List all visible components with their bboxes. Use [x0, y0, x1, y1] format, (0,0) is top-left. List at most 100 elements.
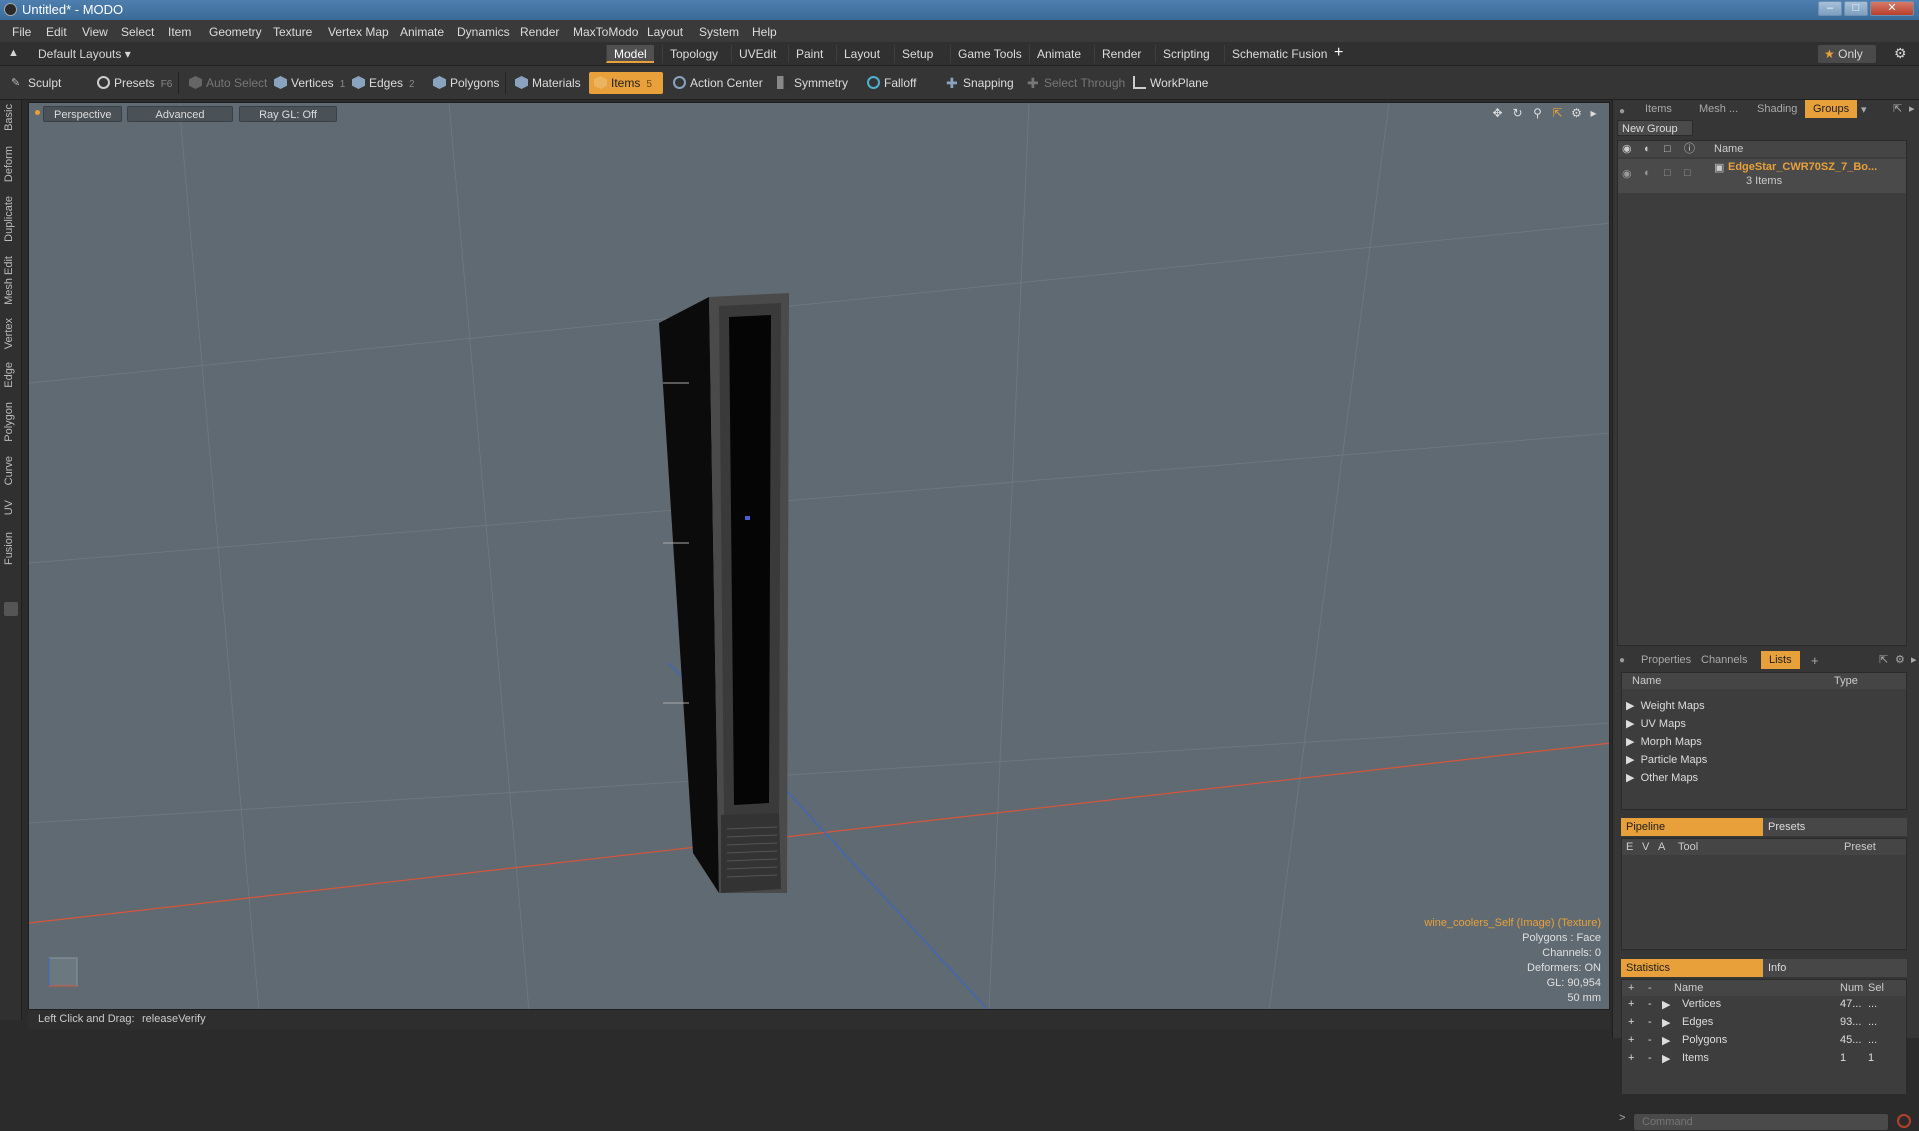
expand-arrow-icon[interactable]: ▶ — [1662, 1016, 1670, 1029]
sculpt-button[interactable]: ✎ Sculpt — [6, 72, 67, 94]
palette-toggle-icon[interactable] — [4, 602, 18, 616]
menu-help[interactable]: Help — [752, 25, 777, 39]
tab-deform[interactable]: Deform — [3, 146, 15, 182]
menu-item[interactable]: Item — [168, 25, 191, 39]
menu-file[interactable]: File — [12, 25, 31, 39]
group-select-icon[interactable]: □ — [1664, 167, 1671, 179]
tab-basic[interactable]: Basic — [3, 104, 15, 131]
tab-mesh-edit[interactable]: Mesh Edit — [3, 256, 15, 305]
gear-icon[interactable]: ⚙ — [1895, 653, 1905, 666]
raygl-button[interactable]: Ray GL: Off — [239, 106, 337, 122]
tab-shading[interactable]: Shading — [1749, 100, 1805, 118]
remove-icon[interactable]: - — [1648, 1034, 1652, 1046]
tab-curve[interactable]: Curve — [3, 456, 15, 485]
table-row[interactable]: + - ▶ Items 1 1 — [1622, 1052, 1906, 1070]
table-row[interactable]: + - ▶ Edges 93... ... — [1622, 1016, 1906, 1034]
symmetry-button[interactable]: Symmetry — [772, 72, 854, 94]
menu-animate[interactable]: Animate — [400, 25, 444, 39]
maximize-icon[interactable]: □ — [1844, 1, 1868, 16]
only-toggle[interactable]: ★ Only — [1818, 45, 1876, 63]
tab-scripting[interactable]: Scripting — [1155, 45, 1217, 63]
tab-setup[interactable]: Setup — [894, 45, 940, 63]
tab-uv[interactable]: UV — [3, 500, 15, 515]
add-icon[interactable]: + — [1628, 1016, 1634, 1028]
table-row[interactable]: + - ▶ Vertices 47... ... — [1622, 998, 1906, 1016]
tab-model[interactable]: Model — [606, 45, 654, 63]
expand-arrow-icon[interactable]: ▶ — [1662, 1034, 1670, 1047]
shading-button[interactable]: Advanced — [127, 106, 233, 122]
menu-view[interactable]: View — [82, 25, 108, 39]
tab-schematic-fusion[interactable]: Schematic Fusion — [1224, 45, 1334, 63]
new-group-button[interactable]: New Group — [1617, 120, 1693, 136]
add-icon[interactable]: + — [1628, 1034, 1634, 1046]
3d-viewport[interactable]: Perspective Advanced Ray GL: Off ✥ ↻ ⚲ ⇱… — [28, 102, 1610, 1010]
tab-fusion[interactable]: Fusion — [3, 532, 15, 565]
tab-uvedit[interactable]: UVEdit — [731, 45, 783, 63]
command-input[interactable] — [1633, 1113, 1889, 1131]
menu-geometry[interactable]: Geometry — [209, 25, 262, 39]
materials-button[interactable]: Materials — [510, 72, 587, 94]
tab-paint[interactable]: Paint — [788, 45, 830, 63]
tab-render[interactable]: Render — [1094, 45, 1148, 63]
tab-duplicate[interactable]: Duplicate — [3, 196, 15, 242]
add-icon[interactable]: + — [1628, 998, 1634, 1010]
panel-expand-icon[interactable]: ⇱ — [1893, 102, 1902, 115]
edges-button[interactable]: Edges 2 — [347, 72, 421, 94]
tab-game-tools[interactable]: Game Tools — [950, 45, 1029, 63]
list-item[interactable]: ▶ Morph Maps — [1626, 735, 1702, 748]
add-tab-icon[interactable]: + — [1811, 653, 1819, 668]
gear-icon[interactable]: ⚙ — [1894, 45, 1907, 62]
list-item[interactable]: ▶ Particle Maps — [1626, 753, 1707, 766]
items-button[interactable]: Items 5 — [589, 72, 663, 94]
tab-groups[interactable]: Groups — [1805, 100, 1858, 118]
snapping-button[interactable]: ✚ Snapping — [941, 72, 1020, 94]
remove-icon[interactable]: - — [1648, 998, 1652, 1010]
menu-select[interactable]: Select — [121, 25, 154, 39]
falloff-button[interactable]: Falloff — [862, 72, 922, 94]
tab-lists[interactable]: Lists — [1761, 651, 1800, 669]
rotate-view-icon[interactable]: ↻ — [1511, 107, 1524, 120]
tab-items[interactable]: Items — [1637, 100, 1680, 118]
panel-expand-icon[interactable]: ⇱ — [1879, 653, 1888, 666]
vertices-button[interactable]: Vertices 1 — [269, 72, 351, 94]
action-center-button[interactable]: Action Center — [668, 72, 769, 94]
add-tab-button[interactable]: + — [1334, 44, 1343, 62]
zoom-view-icon[interactable]: ⚲ — [1531, 107, 1544, 120]
menu-maxtomodo[interactable]: MaxToModo — [573, 25, 638, 39]
list-item[interactable]: ▶ UV Maps — [1626, 717, 1686, 730]
expand-arrow-icon[interactable]: ▶ — [1662, 998, 1670, 1011]
workplane-button[interactable]: WorkPlane — [1128, 72, 1214, 94]
panel-menu-icon[interactable]: ▸ — [1911, 653, 1917, 666]
viewport-menu-icon[interactable]: ▸ — [1587, 107, 1600, 120]
tab-polygon[interactable]: Polygon — [3, 402, 15, 442]
tab-mesh[interactable]: Mesh ... — [1691, 100, 1746, 118]
presets-button[interactable]: Presets F6 — [92, 72, 178, 94]
add-icon[interactable]: + — [1628, 1052, 1634, 1064]
list-item[interactable]: ▶ Weight Maps — [1626, 699, 1705, 712]
tab-pipeline[interactable]: Pipeline — [1621, 818, 1763, 836]
tab-layout[interactable]: Layout — [836, 45, 887, 63]
layouts-dropdown[interactable]: Default Layouts ▾ — [38, 47, 131, 61]
menu-dynamics[interactable]: Dynamics — [457, 25, 510, 39]
move-view-icon[interactable]: ✥ — [1491, 107, 1504, 120]
menu-render[interactable]: Render — [520, 25, 559, 39]
remove-icon[interactable]: - — [1648, 1016, 1652, 1028]
tab-presets[interactable]: Presets — [1763, 818, 1907, 836]
select-through-button[interactable]: ✚ Select Through — [1022, 72, 1131, 94]
maximize-view-icon[interactable]: ⇱ — [1551, 107, 1564, 120]
group-visibility-icon[interactable]: ◉ — [1622, 167, 1632, 180]
tab-topology[interactable]: Topology — [662, 45, 725, 63]
tab-properties[interactable]: Properties — [1633, 651, 1699, 669]
menu-vertex-map[interactable]: Vertex Map — [328, 25, 389, 39]
menu-edit[interactable]: Edit — [46, 25, 67, 39]
group-row[interactable]: ◉ ◐ □ □ ▣ EdgeStar_CWR70SZ_7_Bo... 3 Ite… — [1618, 159, 1906, 193]
layout-toggle-icon[interactable]: ▲ — [8, 47, 19, 59]
tab-statistics[interactable]: Statistics — [1621, 959, 1763, 977]
group-lock-icon[interactable]: ◐ — [1644, 167, 1651, 179]
polygons-button[interactable]: Polygons — [428, 72, 505, 94]
expand-arrow-icon[interactable]: ▶ — [1662, 1052, 1670, 1065]
wine-cooler-model[interactable] — [659, 293, 789, 893]
tab-animate[interactable]: Animate — [1029, 45, 1088, 63]
tab-vertex[interactable]: Vertex — [3, 318, 15, 349]
menu-system[interactable]: System — [699, 25, 739, 39]
